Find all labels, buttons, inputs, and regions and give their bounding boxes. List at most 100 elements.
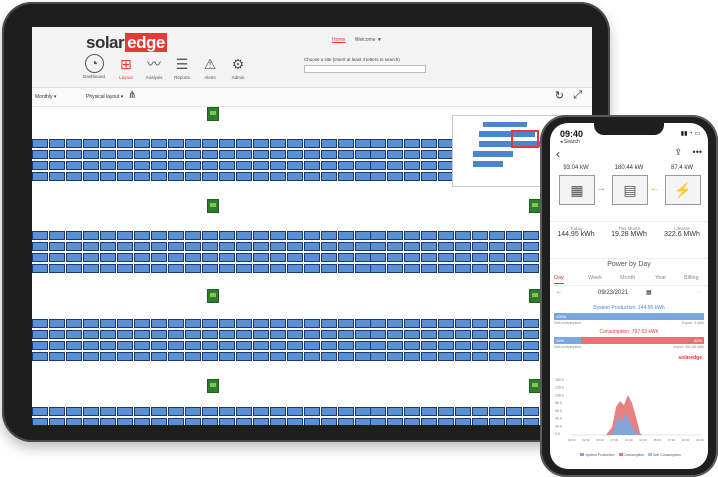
solar-panel[interactable] — [321, 253, 337, 262]
solar-panel[interactable] — [202, 253, 218, 262]
solar-panel[interactable] — [185, 139, 201, 148]
solar-panel[interactable] — [236, 418, 252, 425]
solar-panel[interactable] — [49, 418, 65, 425]
solar-panel[interactable] — [117, 161, 133, 170]
solar-panel[interactable] — [370, 150, 386, 159]
solar-panel[interactable] — [32, 139, 48, 148]
solar-panel[interactable] — [83, 242, 99, 251]
solar-panel[interactable] — [304, 139, 320, 148]
solar-panel[interactable] — [404, 231, 420, 240]
solar-panel[interactable] — [355, 242, 371, 251]
solar-panel[interactable] — [438, 352, 454, 361]
solar-panel[interactable] — [219, 418, 235, 425]
solar-panel[interactable] — [236, 264, 252, 273]
solar-panel[interactable] — [523, 418, 539, 425]
solar-panel[interactable] — [270, 253, 286, 262]
solar-panel[interactable] — [202, 319, 218, 328]
solar-panel[interactable] — [387, 330, 403, 339]
solar-panel[interactable] — [219, 341, 235, 350]
solar-panel[interactable] — [168, 150, 184, 159]
solar-panel[interactable] — [32, 319, 48, 328]
solar-panel[interactable] — [321, 139, 337, 148]
solar-panel[interactable] — [370, 264, 386, 273]
solar-panel[interactable] — [387, 150, 403, 159]
solar-panel[interactable] — [100, 242, 116, 251]
solar-panel[interactable] — [151, 139, 167, 148]
home-link[interactable]: Home — [332, 37, 345, 43]
solar-panel[interactable] — [421, 418, 437, 425]
solar-panel[interactable] — [355, 330, 371, 339]
solar-panel[interactable] — [338, 330, 354, 339]
solar-panel[interactable] — [49, 150, 65, 159]
solar-panel[interactable] — [168, 231, 184, 240]
solar-panel[interactable] — [134, 352, 150, 361]
solar-panel[interactable] — [134, 407, 150, 416]
solar-panel[interactable] — [134, 341, 150, 350]
solar-panel[interactable] — [32, 352, 48, 361]
expand-icon[interactable]: ⤢ — [573, 89, 582, 102]
solar-panel[interactable] — [219, 264, 235, 273]
inverter-icon[interactable] — [207, 289, 219, 303]
solar-panel[interactable] — [489, 231, 505, 240]
solar-panel[interactable] — [421, 341, 437, 350]
solar-panel[interactable] — [421, 161, 437, 170]
solar-panel[interactable] — [202, 418, 218, 425]
solar-panel[interactable] — [421, 139, 437, 148]
solar-panel[interactable] — [355, 172, 371, 181]
solar-panel[interactable] — [404, 407, 420, 416]
solar-panel[interactable] — [338, 172, 354, 181]
solar-panel[interactable] — [304, 161, 320, 170]
minimap-viewport[interactable] — [511, 130, 539, 148]
solar-panel[interactable] — [134, 161, 150, 170]
solar-panel[interactable] — [253, 352, 269, 361]
solar-panel[interactable] — [438, 231, 454, 240]
solar-panel[interactable] — [202, 330, 218, 339]
more-icon[interactable]: ••• — [693, 147, 702, 157]
solar-panel[interactable] — [370, 352, 386, 361]
solar-panel[interactable] — [506, 407, 522, 416]
solar-panel[interactable] — [253, 161, 269, 170]
solar-panel[interactable] — [421, 330, 437, 339]
solar-panel[interactable] — [219, 231, 235, 240]
solar-panel[interactable] — [489, 264, 505, 273]
solar-panel[interactable] — [404, 172, 420, 181]
solar-panel[interactable] — [304, 319, 320, 328]
solar-panel[interactable] — [304, 264, 320, 273]
solar-panel[interactable] — [355, 319, 371, 328]
power-chart[interactable]: 160.0 120.0 100.0 80.0 60.0 40.0 20.0 0.0 00:00… — [554, 377, 704, 447]
solar-panel[interactable] — [404, 161, 420, 170]
solar-panel[interactable] — [455, 319, 471, 328]
solar-panel[interactable] — [49, 161, 65, 170]
solar-panel[interactable] — [32, 161, 48, 170]
solar-panel[interactable] — [117, 330, 133, 339]
solar-panel[interactable] — [49, 341, 65, 350]
solar-panel[interactable] — [370, 418, 386, 425]
solar-panel[interactable] — [387, 253, 403, 262]
solar-panel[interactable] — [304, 407, 320, 416]
solar-panel[interactable] — [523, 242, 539, 251]
solar-panel[interactable] — [32, 407, 48, 416]
solar-panel[interactable] — [83, 231, 99, 240]
solar-panel[interactable] — [355, 150, 371, 159]
solar-panel[interactable] — [489, 341, 505, 350]
solar-panel[interactable] — [370, 231, 386, 240]
solar-panel[interactable] — [117, 418, 133, 425]
solar-panel[interactable] — [236, 352, 252, 361]
solar-panel[interactable] — [455, 231, 471, 240]
solar-panel[interactable] — [66, 242, 82, 251]
tab-year[interactable]: Year — [655, 275, 666, 281]
solar-panel[interactable] — [321, 161, 337, 170]
solar-panel[interactable] — [100, 231, 116, 240]
solar-panel[interactable] — [506, 341, 522, 350]
solar-panel[interactable] — [270, 319, 286, 328]
solar-panel[interactable] — [134, 330, 150, 339]
solar-panel[interactable] — [387, 341, 403, 350]
solar-panel[interactable] — [455, 418, 471, 425]
solar-panel[interactable] — [117, 139, 133, 148]
solar-panel[interactable] — [404, 341, 420, 350]
solar-panel[interactable] — [100, 253, 116, 262]
solar-panel[interactable] — [49, 352, 65, 361]
solar-panel[interactable] — [168, 341, 184, 350]
date-value[interactable]: 09/23/2021 — [598, 290, 628, 296]
solar-panel[interactable] — [236, 242, 252, 251]
